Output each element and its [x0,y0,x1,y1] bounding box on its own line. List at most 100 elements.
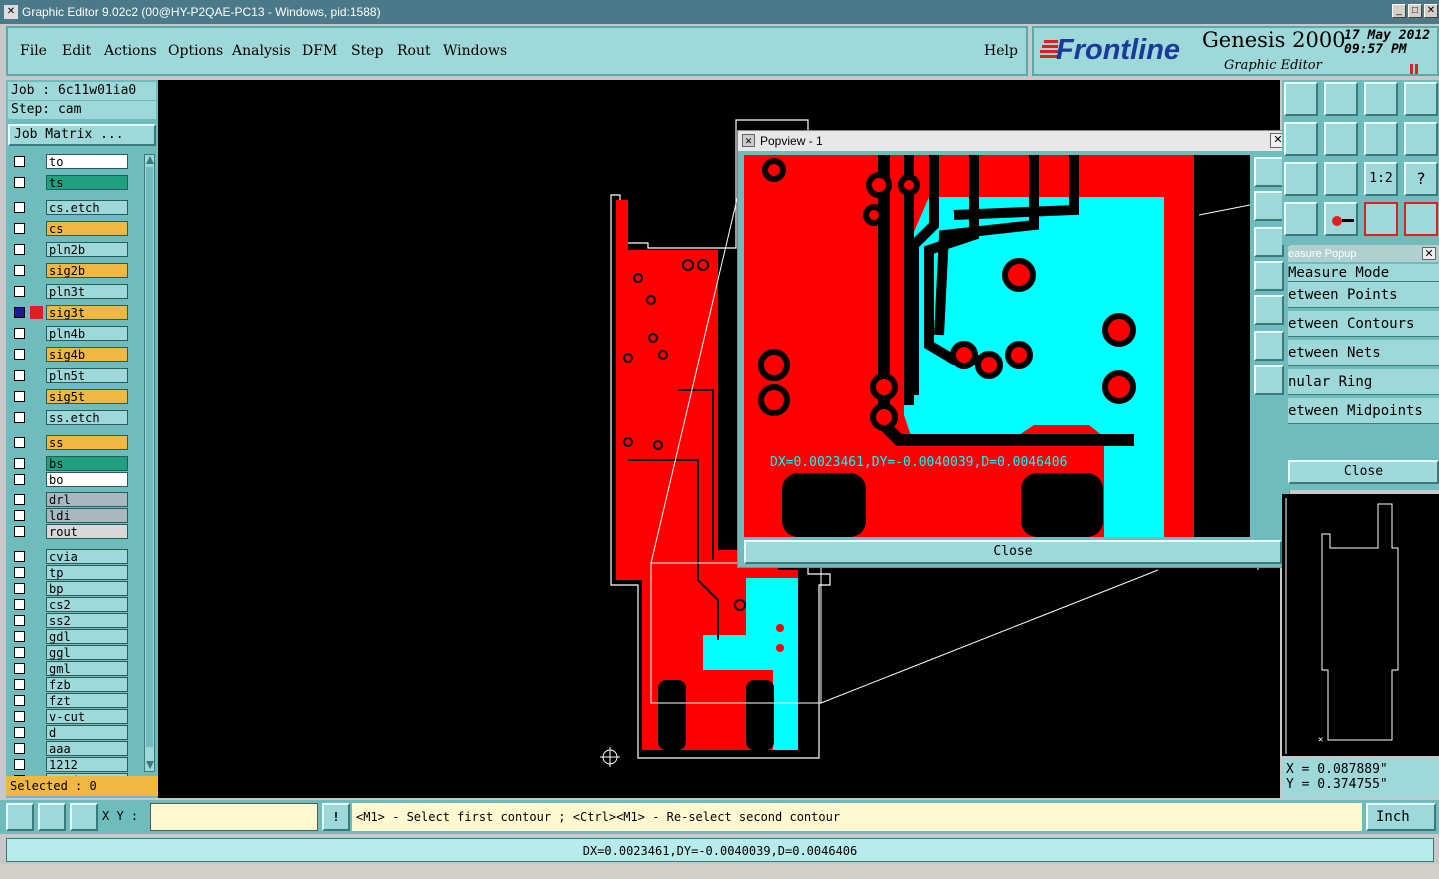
net-analyzer-icon[interactable] [1364,202,1398,236]
layer-checkbox[interactable] [14,526,25,537]
layer-checkbox[interactable] [14,647,25,658]
job-matrix-button[interactable]: Job Matrix ... [8,124,156,146]
layer-checkbox[interactable] [14,156,25,167]
layer-scrollbar[interactable] [144,154,155,772]
layer-checkbox[interactable] [14,458,25,469]
layer-row[interactable]: cvia [10,549,132,564]
maximize-button[interactable]: □ [1408,4,1422,18]
layer-name[interactable]: d [46,725,128,740]
layer-row[interactable]: pln5t [10,368,132,383]
layer-checkbox[interactable] [14,679,25,690]
layer-name[interactable]: cvia [46,549,128,564]
layer-name[interactable]: ts [46,175,128,190]
popview-zoomed-pcb[interactable] [744,155,1250,537]
menu-rout[interactable]: Rout [397,43,431,59]
popview-close-button[interactable]: Close [744,540,1282,564]
grid-icon[interactable] [70,803,98,831]
layer-name[interactable]: cs.etch [46,200,128,215]
alert-icon[interactable]: ! [322,803,350,831]
layer-checkbox[interactable] [14,663,25,674]
measure-icon[interactable] [1324,202,1358,236]
layer-name[interactable]: ldi [46,508,128,523]
menu-file[interactable]: File [20,43,47,59]
pan-right-icon[interactable] [1254,295,1284,325]
layer-name[interactable]: rout [46,524,128,539]
layer-checkbox[interactable] [14,631,25,642]
pan-up-icon[interactable] [1254,191,1284,221]
window-icon[interactable] [1404,82,1438,116]
tool-move-up-icon[interactable] [1284,82,1318,116]
layer-checkbox[interactable] [14,349,25,360]
scroll-down-icon[interactable] [146,761,154,769]
layer-row[interactable]: tp [10,565,132,580]
layer-checkbox[interactable] [14,711,25,722]
layer-checkbox[interactable] [14,370,25,381]
layer-name[interactable]: ggl [46,645,128,660]
layer-name[interactable]: sig5t [46,389,128,404]
layer-name[interactable]: gml [46,661,128,676]
layer-checkbox[interactable] [14,583,25,594]
menu-dfm[interactable]: DFM [302,43,337,59]
layer-checkbox[interactable] [14,412,25,423]
measure-between-points[interactable]: etween Points [1288,282,1439,308]
layer-row[interactable]: bs [10,456,132,471]
scroll-thumb[interactable] [146,167,153,747]
layer-checkbox[interactable] [14,177,25,188]
layer-row[interactable]: ggl [10,645,132,660]
layer-checkbox[interactable] [14,567,25,578]
menu-analysis[interactable]: Analysis [232,43,291,59]
layer-row[interactable]: pln3t [10,284,132,299]
snap-icon[interactable] [6,803,34,831]
menu-help[interactable]: Help [984,43,1018,59]
fit-icon[interactable] [1284,162,1318,196]
layer-checkbox[interactable] [14,727,25,738]
pause-icon[interactable] [1410,64,1418,74]
tool-right-icon[interactable] [1324,122,1358,156]
layer-name[interactable]: ss2 [46,613,128,628]
layer-name[interactable]: tp [46,565,128,580]
menu-edit[interactable]: Edit [62,43,91,59]
layer-name[interactable]: gdl [46,629,128,644]
layer-name[interactable]: ss.etch [46,410,128,425]
layer-checkbox[interactable] [14,695,25,706]
help-icon[interactable]: ? [1404,162,1438,196]
layer-checkbox[interactable] [14,551,25,562]
layer-row[interactable]: ss.etch [10,410,132,425]
layer-name[interactable]: drl [46,492,128,507]
snap-off-icon[interactable] [38,803,66,831]
layer-checkbox[interactable] [14,474,25,485]
layer-name[interactable]: cs2 [46,597,128,612]
layer-name[interactable]: bo [46,472,128,487]
menu-options[interactable]: Options [168,43,223,59]
layer-row[interactable]: gml [10,661,132,676]
net-analyzer-2-icon[interactable] [1404,202,1438,236]
minimize-button[interactable]: _ [1392,4,1406,18]
xy-input[interactable] [150,803,318,831]
layer-row[interactable]: ss [10,435,132,450]
layer-row[interactable]: sig4b [10,347,132,362]
measure-between-nets[interactable]: etween Nets [1288,340,1439,366]
measure-popup-close-icon[interactable]: ✕ [1422,247,1436,260]
layer-name[interactable]: fzt [46,693,128,708]
layer-name[interactable]: pln5t [46,368,128,383]
pan-down-icon[interactable] [1254,227,1284,257]
tool-move-down-icon[interactable] [1324,82,1358,116]
layer-name[interactable]: fzb [46,677,128,692]
layer-checkbox[interactable] [14,328,25,339]
layer-name[interactable]: pln3t [46,284,128,299]
layer-checkbox[interactable] [14,759,25,770]
layer-row[interactable]: ldi [10,508,132,523]
measure-between-midpoints[interactable]: etween Midpoints [1288,398,1439,424]
scroll-up-icon[interactable] [146,156,154,164]
layer-name[interactable]: to [46,154,128,169]
measure-close-button[interactable]: Close [1288,460,1439,484]
layer-checkbox[interactable] [14,615,25,626]
layer-row[interactable]: cs.etch [10,200,132,215]
layer-checkbox[interactable] [14,244,25,255]
zoom-in-icon[interactable] [1254,157,1284,187]
layer-name[interactable]: 1212 [46,757,128,772]
popview-titlebar[interactable]: ✕ Popview - 1 ✕ [738,131,1289,151]
menu-step[interactable]: Step [351,43,383,59]
layer-row[interactable]: sig5t [10,389,132,404]
layer-checkbox[interactable] [14,599,25,610]
